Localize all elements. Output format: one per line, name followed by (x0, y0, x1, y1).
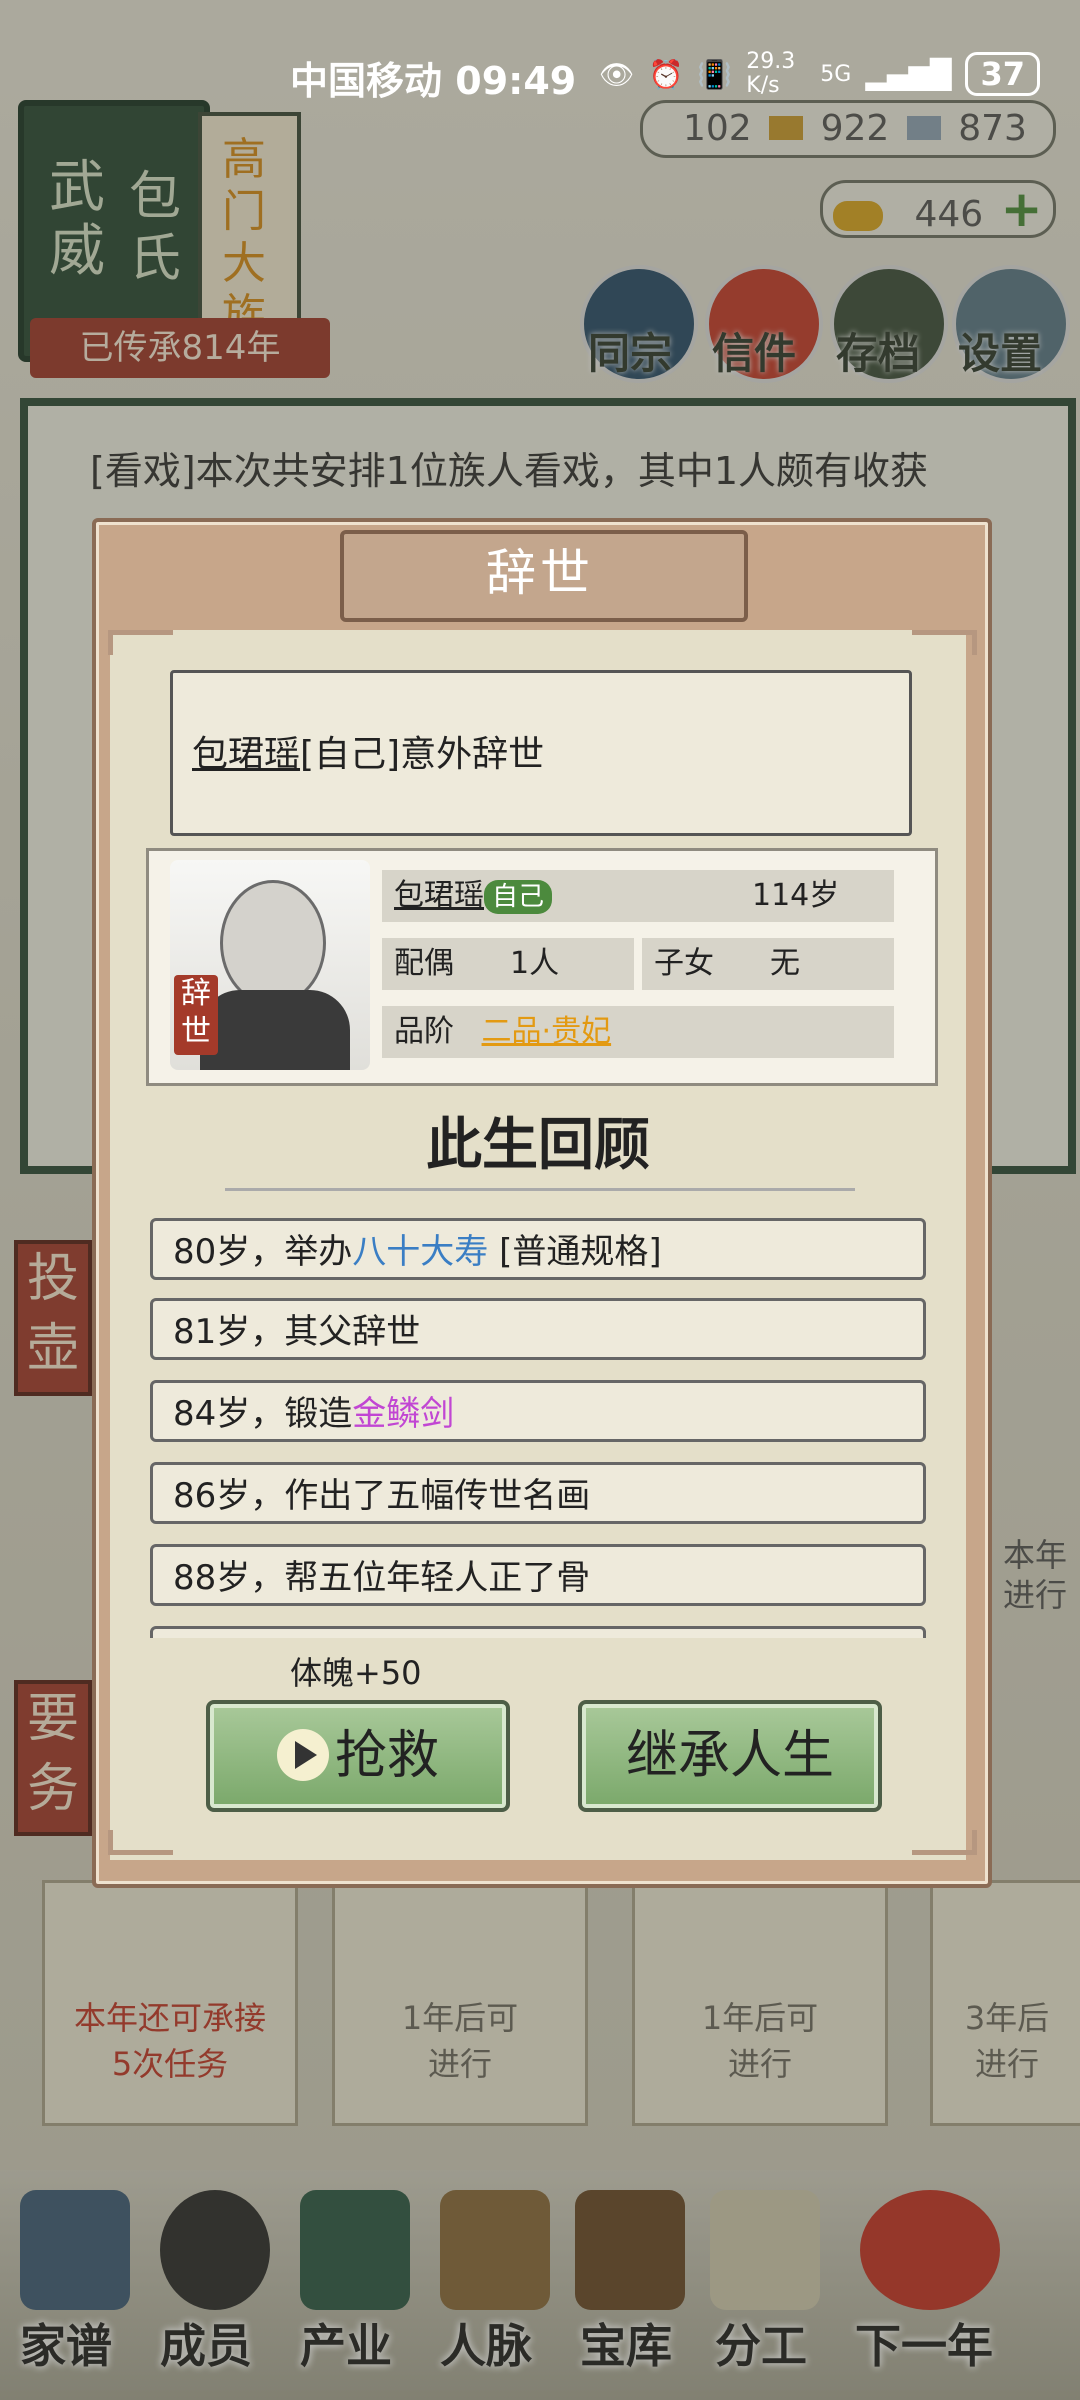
event-text: 88岁，帮五位年轻人正了骨 (173, 1558, 591, 1598)
list-item: 81岁，其父辞世 (150, 1298, 926, 1360)
network-type: 5G (820, 61, 852, 87)
rank-row: 品阶 二品·贵妃 (382, 1006, 894, 1058)
inherit-button-label: 继承人生 (625, 1726, 834, 1786)
profile-name-row: 包珺瑶 自己 114岁 (382, 870, 894, 922)
list-item: 80岁，举办八十大寿 [普通规格] (150, 1218, 926, 1280)
profile-name[interactable]: 包珺瑶 (394, 878, 484, 913)
event-highlight: 金鳞剑 (352, 1394, 455, 1434)
children-label: 子女 (654, 946, 714, 981)
play-video-icon (276, 1729, 329, 1781)
corner-ornament (912, 1830, 977, 1855)
death-message: 包珺瑶[自己]意外辞世 (192, 725, 544, 777)
status-bar: 中国移动 09:49 👁 ⏰ 📳 29.3 K/s 5G ▂▄▆█ 37 (0, 50, 1080, 110)
recap-divider (225, 1170, 855, 1191)
corner-ornament (108, 1830, 173, 1855)
clock: 09:49 (455, 59, 577, 103)
spouse-label: 配偶 (394, 946, 454, 981)
recap-title: 此生回顾 (426, 1113, 650, 1178)
list-item: 84岁，锻造金鳞剑 (150, 1380, 926, 1442)
status-icons: 👁 ⏰ 📳 29.3 K/s 5G ▂▄▆█ 37 (599, 50, 1040, 98)
spouse-value: 1人 (510, 946, 560, 981)
rank-label: 品阶 (394, 1014, 454, 1049)
eye-icon: 👁 (598, 57, 635, 91)
list-item: 88岁，帮五位年轻人正了骨 (150, 1544, 926, 1606)
dialog-title: 辞世 (486, 544, 594, 602)
rescue-bonus: 体魄+50 (290, 1654, 422, 1692)
message-person-name[interactable]: 包珺瑶 (192, 734, 300, 775)
children-row: 子女 无 (642, 938, 894, 990)
inherit-life-button[interactable]: 继承人生 (578, 1700, 882, 1812)
spouse-row: 配偶 1人 (382, 938, 634, 990)
event-text: 81岁，其父辞世 (173, 1312, 421, 1352)
children-value: 无 (770, 946, 800, 981)
deceased-tag: 辞世 (174, 975, 218, 1055)
carrier-name: 中国移动 (290, 59, 443, 103)
rank-value[interactable]: 二品·贵妃 (482, 1014, 612, 1049)
alarm-icon: ⏰ (648, 57, 684, 91)
corner-ornament (108, 630, 173, 655)
event-highlight: 八十大寿 (352, 1232, 489, 1272)
event-text: 80岁，举办 (173, 1232, 353, 1272)
event-list[interactable]: 80岁，举办八十大寿 [普通规格] 81岁，其父辞世 84岁，锻造金鳞剑 86岁… (150, 1218, 932, 1638)
rescue-button-label: 抢救 (334, 1726, 439, 1786)
event-text: 86岁，作出了五幅传世名画 (173, 1476, 591, 1516)
signal-icon: ▂▄▆█ (865, 57, 952, 91)
list-item (150, 1626, 926, 1638)
portrait-head (220, 880, 326, 1006)
event-text: 84岁，锻造 (173, 1394, 353, 1434)
profile-age: 114岁 (752, 878, 840, 913)
event-suffix: [普通规格] (488, 1232, 662, 1272)
self-badge: 自己 (484, 879, 553, 914)
corner-ornament (912, 630, 977, 655)
status-carrier-time: 中国移动 09:49 (290, 50, 576, 105)
vibrate-icon: 📳 (697, 57, 733, 91)
network-speed: 29.3 K/s (746, 49, 796, 98)
battery-level: 37 (965, 52, 1040, 96)
message-text: [自己]意外辞世 (300, 734, 545, 775)
rescue-button[interactable]: 抢救 (206, 1700, 510, 1812)
portrait-body (200, 990, 350, 1070)
list-item: 86岁，作出了五幅传世名画 (150, 1462, 926, 1524)
